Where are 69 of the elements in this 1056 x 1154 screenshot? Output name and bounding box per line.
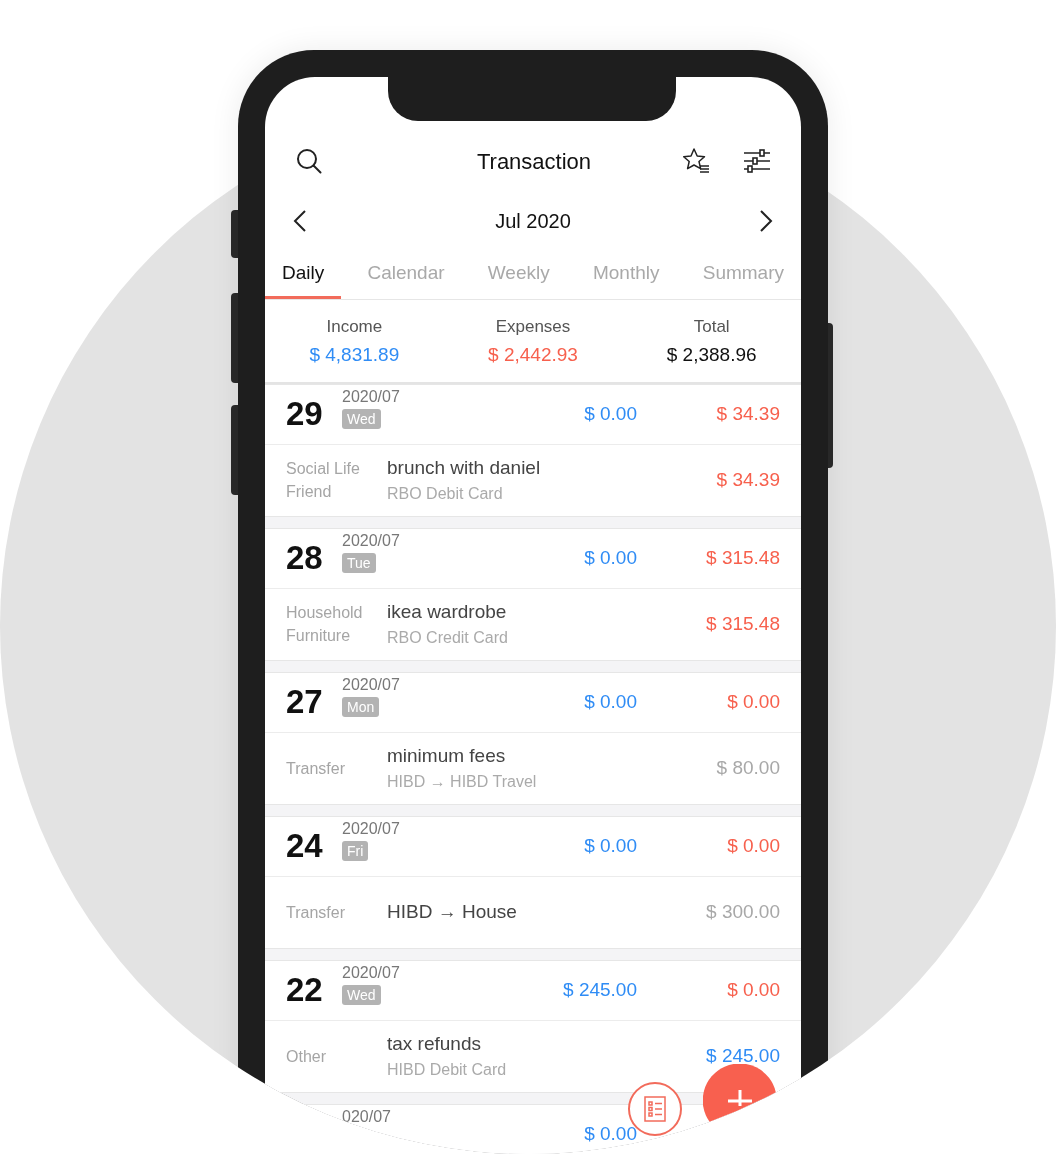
day-number: 22 [286,970,324,1011]
expense-amount: $ 0.00 [726,689,780,714]
amount-text: $ 245.00 [706,1043,780,1068]
weekday-badge: Tue [342,552,376,573]
subcategory-text: Friend [286,482,333,502]
account-text: RBO Credit Card [387,628,509,648]
summary-value: $ 2,442.93 [488,343,578,367]
star-list-icon[interactable] [681,147,711,175]
amount-text: $ 315.48 [706,611,780,636]
expense-amount: $ 0.00 [726,833,780,858]
income-amount: $ 0.00 [584,1121,637,1146]
income-amount: $ 0.00 [584,833,637,858]
expense-amount: $ 315.48 [705,545,780,570]
account-text: RBO Debit Card [387,484,504,504]
category-text: Transfer [286,902,346,923]
chevron-right-icon[interactable] [759,209,773,233]
subcategory-text: Furniture [286,626,352,646]
month-label: Jul 2020 [495,209,571,234]
income-amount: $ 245.00 [563,977,637,1002]
income-amount: $ 0.00 [584,689,637,714]
note-text: HIBD → House [387,900,518,924]
summary-value: $ 4,831.89 [309,343,400,367]
add-button[interactable] [703,1064,776,1122]
expense-amount: $ 0.00 [726,977,780,1002]
chevron-left-icon[interactable] [293,209,307,233]
amount-text: $ 300.00 [706,899,780,924]
list-icon [644,1096,666,1122]
search-icon[interactable] [295,147,323,175]
category-text: Household [286,603,364,623]
tab[interactable]: Monthly [575,259,677,299]
weekday-badge: Wed [342,984,381,1005]
summary-label: Income [326,315,383,338]
screen-title: Transaction [476,147,592,176]
note-text: minimum fees [387,744,507,768]
note-text: ikea wardrobe [387,600,508,624]
tab[interactable]: Daily [265,259,342,299]
day-number: 28 [286,538,324,579]
day-number: 27 [286,682,324,723]
date-text: 2020/07 [342,674,400,695]
weekday-badge: Mon [342,696,380,717]
tab[interactable]: Weekly [470,259,567,299]
date-text: 2020/07 [342,530,400,551]
income-amount: $ 0.00 [584,401,637,426]
day-number: 24 [286,826,324,867]
account-text: HIBD → HIBD Travel [387,772,538,792]
category-text: Other [286,1046,327,1067]
category-text: Social Life [286,459,361,479]
date-text: 2020/07 [342,386,400,407]
plus-icon [726,1088,754,1108]
tab[interactable]: Calendar [350,259,462,299]
amount-text: $ 80.00 [716,755,780,780]
tab[interactable]: Summary [685,259,801,299]
note-text: brunch with daniel [387,456,542,480]
amount-text: $ 34.39 [716,467,780,492]
summary-label: Expenses [495,315,571,338]
day-number: 29 [286,394,324,435]
category-text: Transfer [286,758,346,779]
date-text: 2020/07 [342,962,400,983]
account-text: HIBD Debit Card [387,1060,508,1080]
date-text: 2020/07 [342,818,400,839]
summary-label: Total [693,315,730,338]
expense-amount: $ 34.39 [715,401,780,426]
summary-value: $ 2,388.96 [666,343,757,367]
weekday-badge: Wed [342,408,381,429]
note-text: tax refunds [387,1032,482,1056]
date-text: 020/07 [342,1106,391,1127]
weekday-badge: Fri [342,840,369,861]
income-amount: $ 0.00 [584,545,637,570]
sliders-icon[interactable] [743,148,771,174]
